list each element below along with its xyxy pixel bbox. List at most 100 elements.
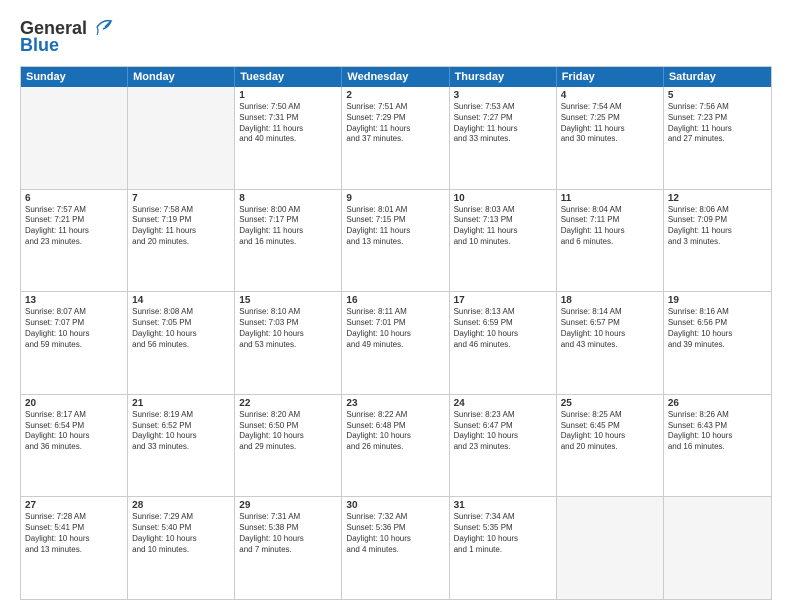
day-number: 30 bbox=[346, 500, 444, 511]
day-cell-12: 12Sunrise: 8:06 AM Sunset: 7:09 PM Dayli… bbox=[664, 190, 771, 292]
day-number: 25 bbox=[561, 398, 659, 409]
day-number: 21 bbox=[132, 398, 230, 409]
day-number: 28 bbox=[132, 500, 230, 511]
day-cell-5: 5Sunrise: 7:56 AM Sunset: 7:23 PM Daylig… bbox=[664, 87, 771, 189]
day-number: 6 bbox=[25, 193, 123, 204]
day-info: Sunrise: 7:29 AM Sunset: 5:40 PM Dayligh… bbox=[132, 512, 230, 555]
day-cell-empty-4-5 bbox=[557, 497, 664, 599]
header: General Blue bbox=[20, 18, 772, 56]
day-number: 8 bbox=[239, 193, 337, 204]
day-number: 26 bbox=[668, 398, 767, 409]
day-cell-17: 17Sunrise: 8:13 AM Sunset: 6:59 PM Dayli… bbox=[450, 292, 557, 394]
day-number: 12 bbox=[668, 193, 767, 204]
day-number: 27 bbox=[25, 500, 123, 511]
day-cell-16: 16Sunrise: 8:11 AM Sunset: 7:01 PM Dayli… bbox=[342, 292, 449, 394]
day-info: Sunrise: 7:50 AM Sunset: 7:31 PM Dayligh… bbox=[239, 102, 337, 145]
day-info: Sunrise: 8:16 AM Sunset: 6:56 PM Dayligh… bbox=[668, 307, 767, 350]
day-number: 10 bbox=[454, 193, 552, 204]
day-info: Sunrise: 8:17 AM Sunset: 6:54 PM Dayligh… bbox=[25, 410, 123, 453]
day-number: 9 bbox=[346, 193, 444, 204]
day-cell-31: 31Sunrise: 7:34 AM Sunset: 5:35 PM Dayli… bbox=[450, 497, 557, 599]
day-info: Sunrise: 8:01 AM Sunset: 7:15 PM Dayligh… bbox=[346, 205, 444, 248]
day-cell-21: 21Sunrise: 8:19 AM Sunset: 6:52 PM Dayli… bbox=[128, 395, 235, 497]
day-info: Sunrise: 8:19 AM Sunset: 6:52 PM Dayligh… bbox=[132, 410, 230, 453]
day-info: Sunrise: 7:32 AM Sunset: 5:36 PM Dayligh… bbox=[346, 512, 444, 555]
day-cell-30: 30Sunrise: 7:32 AM Sunset: 5:36 PM Dayli… bbox=[342, 497, 449, 599]
day-number: 11 bbox=[561, 193, 659, 204]
calendar: SundayMondayTuesdayWednesdayThursdayFrid… bbox=[20, 66, 772, 600]
day-number: 16 bbox=[346, 295, 444, 306]
day-number: 29 bbox=[239, 500, 337, 511]
day-number: 17 bbox=[454, 295, 552, 306]
calendar-row-0: 1Sunrise: 7:50 AM Sunset: 7:31 PM Daylig… bbox=[21, 87, 771, 189]
day-info: Sunrise: 8:25 AM Sunset: 6:45 PM Dayligh… bbox=[561, 410, 659, 453]
day-number: 4 bbox=[561, 90, 659, 101]
day-cell-empty-0-1 bbox=[128, 87, 235, 189]
day-info: Sunrise: 7:51 AM Sunset: 7:29 PM Dayligh… bbox=[346, 102, 444, 145]
day-number: 24 bbox=[454, 398, 552, 409]
day-info: Sunrise: 8:00 AM Sunset: 7:17 PM Dayligh… bbox=[239, 205, 337, 248]
day-info: Sunrise: 7:58 AM Sunset: 7:19 PM Dayligh… bbox=[132, 205, 230, 248]
day-cell-3: 3Sunrise: 7:53 AM Sunset: 7:27 PM Daylig… bbox=[450, 87, 557, 189]
weekday-header-monday: Monday bbox=[128, 67, 235, 87]
day-info: Sunrise: 8:23 AM Sunset: 6:47 PM Dayligh… bbox=[454, 410, 552, 453]
day-cell-15: 15Sunrise: 8:10 AM Sunset: 7:03 PM Dayli… bbox=[235, 292, 342, 394]
day-cell-empty-0-0 bbox=[21, 87, 128, 189]
weekday-header-friday: Friday bbox=[557, 67, 664, 87]
day-info: Sunrise: 7:56 AM Sunset: 7:23 PM Dayligh… bbox=[668, 102, 767, 145]
day-cell-4: 4Sunrise: 7:54 AM Sunset: 7:25 PM Daylig… bbox=[557, 87, 664, 189]
day-info: Sunrise: 8:20 AM Sunset: 6:50 PM Dayligh… bbox=[239, 410, 337, 453]
day-number: 22 bbox=[239, 398, 337, 409]
day-info: Sunrise: 8:07 AM Sunset: 7:07 PM Dayligh… bbox=[25, 307, 123, 350]
day-number: 31 bbox=[454, 500, 552, 511]
day-number: 3 bbox=[454, 90, 552, 101]
page: General Blue SundayMondayTuesdayWednesda… bbox=[0, 0, 792, 612]
weekday-header-wednesday: Wednesday bbox=[342, 67, 449, 87]
day-cell-22: 22Sunrise: 8:20 AM Sunset: 6:50 PM Dayli… bbox=[235, 395, 342, 497]
day-number: 2 bbox=[346, 90, 444, 101]
day-info: Sunrise: 7:28 AM Sunset: 5:41 PM Dayligh… bbox=[25, 512, 123, 555]
day-cell-27: 27Sunrise: 7:28 AM Sunset: 5:41 PM Dayli… bbox=[21, 497, 128, 599]
day-cell-empty-4-6 bbox=[664, 497, 771, 599]
day-cell-8: 8Sunrise: 8:00 AM Sunset: 7:17 PM Daylig… bbox=[235, 190, 342, 292]
day-cell-13: 13Sunrise: 8:07 AM Sunset: 7:07 PM Dayli… bbox=[21, 292, 128, 394]
day-number: 1 bbox=[239, 90, 337, 101]
calendar-header: SundayMondayTuesdayWednesdayThursdayFrid… bbox=[21, 67, 771, 87]
day-cell-19: 19Sunrise: 8:16 AM Sunset: 6:56 PM Dayli… bbox=[664, 292, 771, 394]
day-number: 14 bbox=[132, 295, 230, 306]
day-cell-23: 23Sunrise: 8:22 AM Sunset: 6:48 PM Dayli… bbox=[342, 395, 449, 497]
calendar-row-4: 27Sunrise: 7:28 AM Sunset: 5:41 PM Dayli… bbox=[21, 496, 771, 599]
day-cell-20: 20Sunrise: 8:17 AM Sunset: 6:54 PM Dayli… bbox=[21, 395, 128, 497]
day-cell-18: 18Sunrise: 8:14 AM Sunset: 6:57 PM Dayli… bbox=[557, 292, 664, 394]
day-number: 19 bbox=[668, 295, 767, 306]
day-number: 20 bbox=[25, 398, 123, 409]
day-cell-10: 10Sunrise: 8:03 AM Sunset: 7:13 PM Dayli… bbox=[450, 190, 557, 292]
calendar-body: 1Sunrise: 7:50 AM Sunset: 7:31 PM Daylig… bbox=[21, 87, 771, 599]
weekday-header-sunday: Sunday bbox=[21, 67, 128, 87]
logo: General Blue bbox=[20, 18, 113, 56]
day-cell-1: 1Sunrise: 7:50 AM Sunset: 7:31 PM Daylig… bbox=[235, 87, 342, 189]
day-cell-11: 11Sunrise: 8:04 AM Sunset: 7:11 PM Dayli… bbox=[557, 190, 664, 292]
day-cell-7: 7Sunrise: 7:58 AM Sunset: 7:19 PM Daylig… bbox=[128, 190, 235, 292]
day-info: Sunrise: 7:31 AM Sunset: 5:38 PM Dayligh… bbox=[239, 512, 337, 555]
day-cell-2: 2Sunrise: 7:51 AM Sunset: 7:29 PM Daylig… bbox=[342, 87, 449, 189]
day-cell-14: 14Sunrise: 8:08 AM Sunset: 7:05 PM Dayli… bbox=[128, 292, 235, 394]
day-cell-9: 9Sunrise: 8:01 AM Sunset: 7:15 PM Daylig… bbox=[342, 190, 449, 292]
day-info: Sunrise: 7:57 AM Sunset: 7:21 PM Dayligh… bbox=[25, 205, 123, 248]
day-info: Sunrise: 8:13 AM Sunset: 6:59 PM Dayligh… bbox=[454, 307, 552, 350]
logo-bird-icon bbox=[89, 17, 113, 37]
day-info: Sunrise: 8:06 AM Sunset: 7:09 PM Dayligh… bbox=[668, 205, 767, 248]
calendar-row-1: 6Sunrise: 7:57 AM Sunset: 7:21 PM Daylig… bbox=[21, 189, 771, 292]
weekday-header-thursday: Thursday bbox=[450, 67, 557, 87]
day-cell-24: 24Sunrise: 8:23 AM Sunset: 6:47 PM Dayli… bbox=[450, 395, 557, 497]
day-number: 18 bbox=[561, 295, 659, 306]
day-cell-6: 6Sunrise: 7:57 AM Sunset: 7:21 PM Daylig… bbox=[21, 190, 128, 292]
day-info: Sunrise: 8:26 AM Sunset: 6:43 PM Dayligh… bbox=[668, 410, 767, 453]
day-info: Sunrise: 8:08 AM Sunset: 7:05 PM Dayligh… bbox=[132, 307, 230, 350]
day-info: Sunrise: 8:11 AM Sunset: 7:01 PM Dayligh… bbox=[346, 307, 444, 350]
day-info: Sunrise: 8:22 AM Sunset: 6:48 PM Dayligh… bbox=[346, 410, 444, 453]
day-info: Sunrise: 7:54 AM Sunset: 7:25 PM Dayligh… bbox=[561, 102, 659, 145]
day-cell-26: 26Sunrise: 8:26 AM Sunset: 6:43 PM Dayli… bbox=[664, 395, 771, 497]
day-info: Sunrise: 8:10 AM Sunset: 7:03 PM Dayligh… bbox=[239, 307, 337, 350]
day-cell-29: 29Sunrise: 7:31 AM Sunset: 5:38 PM Dayli… bbox=[235, 497, 342, 599]
